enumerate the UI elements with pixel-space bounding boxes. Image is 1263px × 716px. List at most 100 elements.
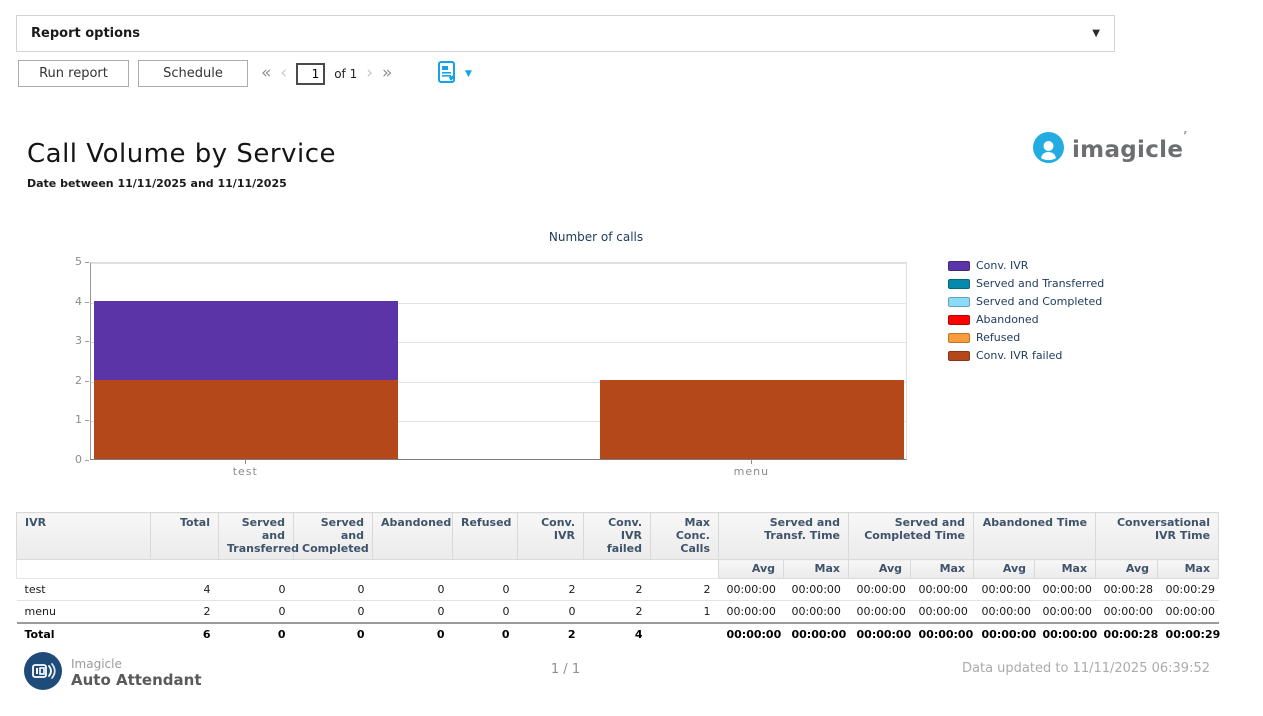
table-row: menu2000002100:00:0000:00:0000:00:0000:0… xyxy=(17,601,1219,624)
subcolumn-header: Max xyxy=(1158,560,1219,579)
table-cell: 00:00:28 xyxy=(1096,623,1158,645)
y-tick-mark xyxy=(85,420,89,421)
table-cell: 0 xyxy=(518,601,584,624)
subcolumn-header: Max xyxy=(1035,560,1096,579)
blank-subheader-cell xyxy=(294,560,373,579)
table-cell: 2 xyxy=(651,579,719,601)
table-cell: 00:00:00 xyxy=(784,623,849,645)
bar-segment-conv-ivr-failed xyxy=(94,380,398,459)
legend-item: Refused xyxy=(948,331,1104,344)
table-cell: 00:00:00 xyxy=(911,579,974,601)
table-cell: 0 xyxy=(294,579,373,601)
table-cell: 00:00:00 xyxy=(974,601,1035,624)
table-cell: 0 xyxy=(373,623,453,645)
y-tick-label: 5 xyxy=(58,255,82,268)
pagination: « ‹ of 1 › » xyxy=(261,60,392,87)
table-cell xyxy=(651,623,719,645)
bar-segment-conv-ivr-failed xyxy=(600,380,904,459)
x-category-label: menu xyxy=(734,465,769,478)
column-header: Max Conc. Calls xyxy=(651,513,719,560)
table-cell: 00:00:00 xyxy=(849,579,911,601)
table-cell: 00:00:00 xyxy=(1035,623,1096,645)
table-cell: 0 xyxy=(453,623,518,645)
subcolumn-header: Max xyxy=(911,560,974,579)
page-title: Call Volume by Service xyxy=(27,139,336,169)
schedule-button[interactable]: Schedule xyxy=(138,60,248,87)
legend-swatch xyxy=(948,351,970,361)
table-cell: 4 xyxy=(151,579,219,601)
x-tick-mark xyxy=(751,460,752,464)
subcolumn-header: Avg xyxy=(719,560,784,579)
table-cell: 0 xyxy=(219,623,294,645)
table-cell: 00:00:00 xyxy=(849,601,911,624)
x-category-label: test xyxy=(233,465,258,478)
column-group-header: Abandoned Time xyxy=(974,513,1096,560)
legend-item: Abandoned xyxy=(948,313,1104,326)
column-group-header: Served and Transf. Time xyxy=(719,513,849,560)
export-document-icon xyxy=(436,60,460,88)
table-cell: test xyxy=(17,579,151,601)
table-cell: 00:00:00 xyxy=(1035,601,1096,624)
y-tick-label: 4 xyxy=(58,295,82,308)
run-report-button[interactable]: Run report xyxy=(18,60,129,87)
legend-swatch xyxy=(948,279,970,289)
table-cell: 00:00:00 xyxy=(719,623,784,645)
last-page-icon[interactable]: » xyxy=(382,65,392,82)
blank-subheader-cell xyxy=(373,560,453,579)
table-cell: 00:00:00 xyxy=(1158,601,1219,624)
imagicle-mark-icon xyxy=(1033,132,1064,167)
chart-legend: Conv. IVR Served and Transferred Served an… xyxy=(948,259,1104,362)
table-cell: 00:00:00 xyxy=(784,579,849,601)
table-cell: 0 xyxy=(294,601,373,624)
y-tick-label: 0 xyxy=(58,453,82,466)
legend-item: Conv. IVR failed xyxy=(948,349,1104,362)
bar-segment-conv-ivr xyxy=(94,301,398,380)
export-button[interactable]: ▼ xyxy=(436,60,472,87)
table-cell: 0 xyxy=(294,623,373,645)
table-cell: 2 xyxy=(584,601,651,624)
footer-page-number: 1 / 1 xyxy=(16,662,1115,677)
table-cell: 00:00:28 xyxy=(1096,579,1158,601)
report-table: IVRTotalServed and TransferredServed and… xyxy=(16,512,1219,645)
page-count-label: of 1 xyxy=(334,67,357,81)
blank-subheader-cell xyxy=(151,560,219,579)
column-header: Conv. IVR xyxy=(518,513,584,560)
report-options-label: Report options xyxy=(31,26,140,41)
x-tick-mark xyxy=(245,460,246,464)
table-cell: 00:00:29 xyxy=(1158,623,1219,645)
table-cell: 2 xyxy=(584,579,651,601)
y-tick-label: 1 xyxy=(58,413,82,426)
legend-swatch xyxy=(948,261,970,271)
table-row: test4000022200:00:0000:00:0000:00:0000:0… xyxy=(17,579,1219,601)
table-cell: 2 xyxy=(518,623,584,645)
page-number-input[interactable] xyxy=(296,63,325,85)
legend-label: Conv. IVR failed xyxy=(976,349,1062,362)
blank-subheader-cell xyxy=(17,560,151,579)
gridline xyxy=(91,263,906,264)
subcolumn-header: Avg xyxy=(974,560,1035,579)
column-header: IVR xyxy=(17,513,151,560)
export-caret-icon: ▼ xyxy=(465,69,472,79)
column-header: Conv. IVR failed xyxy=(584,513,651,560)
y-tick-mark xyxy=(85,460,89,461)
blank-subheader-cell xyxy=(453,560,518,579)
prev-page-icon[interactable]: ‹ xyxy=(280,65,287,82)
table-cell: 0 xyxy=(219,579,294,601)
next-page-icon[interactable]: › xyxy=(366,65,373,82)
table-cell: 00:00:00 xyxy=(719,601,784,624)
legend-item: Served and Completed xyxy=(948,295,1104,308)
table-cell: 00:00:29 xyxy=(1158,579,1219,601)
table-cell: 00:00:00 xyxy=(911,623,974,645)
legend-label: Conv. IVR xyxy=(976,259,1028,272)
table-cell: 4 xyxy=(584,623,651,645)
y-tick-label: 3 xyxy=(58,334,82,347)
footer-updated-timestamp: Data updated to 11/11/2025 06:39:52 xyxy=(962,661,1210,676)
legend-label: Served and Transferred xyxy=(976,277,1104,290)
blank-subheader-cell xyxy=(584,560,651,579)
report-options-bar[interactable]: Report options ▼ xyxy=(16,15,1115,52)
blank-subheader-cell xyxy=(518,560,584,579)
column-header: Served and Completed xyxy=(294,513,373,560)
table-cell: 00:00:00 xyxy=(911,601,974,624)
first-page-icon[interactable]: « xyxy=(261,65,271,82)
column-header: Abandoned xyxy=(373,513,453,560)
